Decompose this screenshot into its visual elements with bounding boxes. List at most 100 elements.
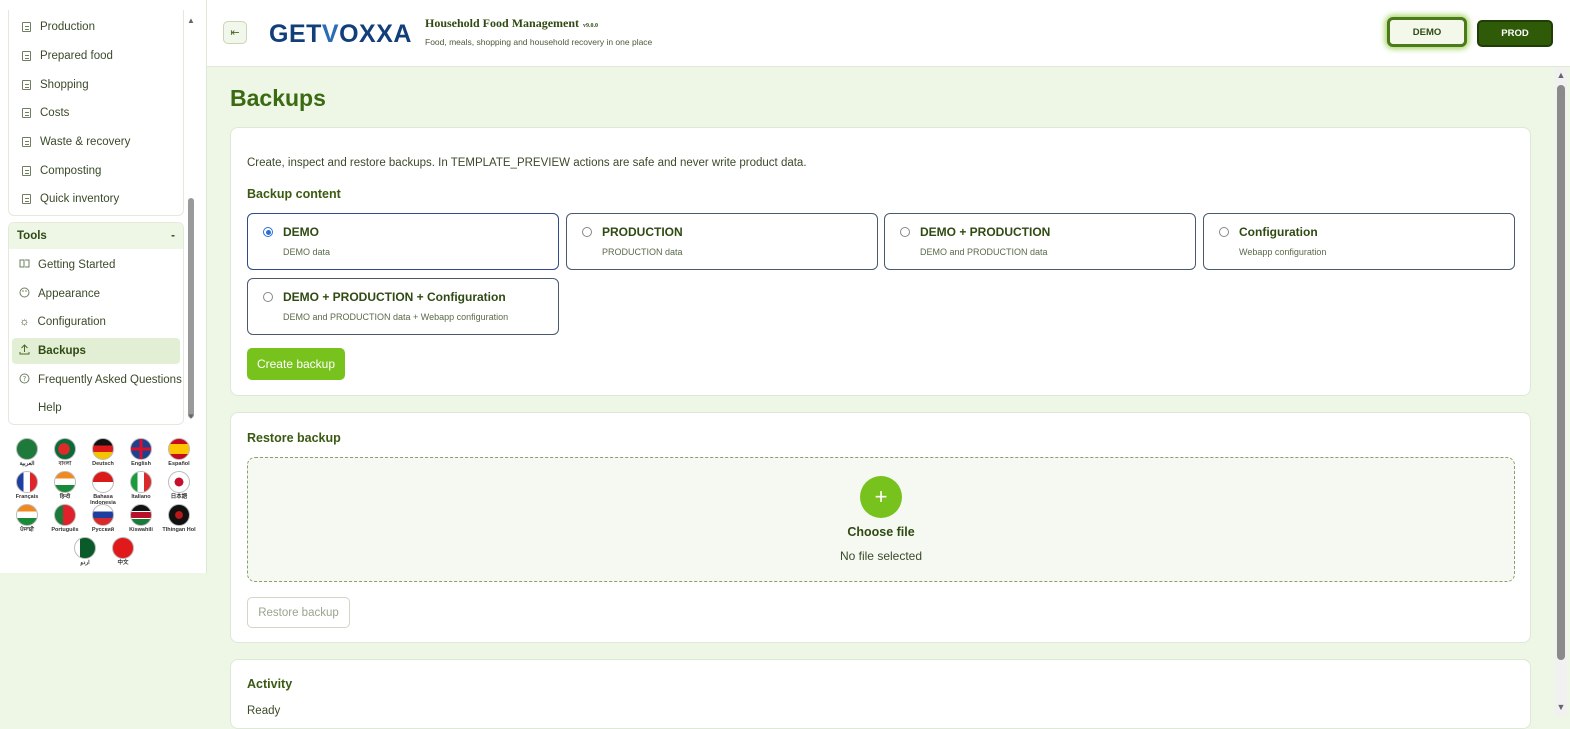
flag-icon [168,438,190,460]
flag-icon [130,504,152,526]
sidebar-item-help[interactable]: Help [38,398,62,418]
flag-icon [92,504,114,526]
sidebar-scrollbar-thumb[interactable] [188,198,194,418]
main-scrollbar-thumb[interactable] [1557,85,1565,660]
collapse-toggle-icon[interactable]: - [171,230,175,242]
main-scrollbar[interactable]: ▲ ▼ [1555,68,1567,716]
sidebar-item-waste-recovery[interactable]: Waste & recovery [21,132,130,152]
language-deutsch[interactable]: Deutsch [84,438,122,467]
prod-mode-button[interactable]: PROD [1477,20,1553,47]
language-klingon[interactable]: Tlhingan Hol [160,504,198,533]
demo-mode-button[interactable]: DEMO [1387,17,1467,47]
backup-option-all[interactable]: DEMO + PRODUCTION + Configuration DEMO a… [247,278,559,335]
language-hindi[interactable]: हिन्दी [46,471,84,500]
language-arabic[interactable]: العربية [8,438,46,467]
flag-icon [130,471,152,493]
sidebar-item-label: Waste & recovery [40,136,131,148]
sidebar-item-backups[interactable]: Backups [12,338,180,364]
sidebar-item-label: Getting Started [38,259,116,271]
restore-backup-card: Restore backup + Choose file No file sel… [230,412,1531,643]
collapse-menu-icon: ⇤ [230,27,240,39]
document-icon [21,108,32,119]
document-icon [21,194,32,205]
choose-file-label[interactable]: Choose file [248,525,1514,539]
language-english[interactable]: English [122,438,160,467]
app-subtitle: Food, meals, shopping and household reco… [425,37,653,47]
sidebar-item-prepared-food[interactable]: Prepared food [21,46,113,66]
flag-icon [54,438,76,460]
sidebar-item-configuration[interactable]: ☼ Configuration [19,312,106,332]
tools-title: Tools [17,230,47,242]
scroll-up-icon[interactable]: ▲ [186,16,196,25]
language-russian[interactable]: Русский [84,504,122,533]
app-title: Household Food Management v9.0.0 [425,16,599,30]
restore-backup-button[interactable]: Restore backup [247,597,350,628]
file-status: No file selected [839,549,923,563]
sidebar-item-label: Quick inventory [40,193,120,205]
language-urdu[interactable]: اردو [66,537,104,566]
flag-icon [16,471,38,493]
radio-button[interactable] [263,227,273,237]
scroll-down-icon[interactable]: ▼ [186,412,196,421]
language-kiswahili[interactable]: Kiswahili [122,504,160,533]
palette-icon [19,287,30,301]
sidebar-item-quick-inventory[interactable]: Quick inventory [21,189,119,209]
language-japanese[interactable]: 日本語 [160,471,198,500]
svg-text:?: ? [23,375,27,383]
page-description: Create, inspect and restore backups. In … [247,157,807,169]
sidebar-item-label: Backups [38,345,86,357]
radio-button[interactable] [900,227,910,237]
sidebar-item-label: Production [40,21,95,33]
language-indonesia[interactable]: Bahasa Indonesia [84,471,122,506]
sidebar-item-production[interactable]: Production [21,17,95,37]
flag-icon [54,504,76,526]
gear-icon: ☼ [19,316,30,328]
flag-icon [92,438,114,460]
radio-button[interactable] [263,292,273,302]
version-badge: v9.0.0 [583,23,599,29]
language-francais[interactable]: Français [8,471,46,500]
language-portugues[interactable]: Português [46,504,84,533]
flag-icon [168,504,190,526]
backup-option-configuration[interactable]: Configuration Webapp configuration [1203,213,1515,270]
sidebar-item-getting-started[interactable]: Getting Started [19,255,115,275]
language-bangla[interactable]: বাংলা [46,438,84,467]
nav-list: Production Prepared food Shopping Costs … [8,10,184,216]
sidebar-item-label: Shopping [40,79,89,91]
scroll-up-icon[interactable]: ▲ [1555,70,1567,80]
top-bar: ⇤ GETVOXXA Household Food Management v9.0… [207,0,1570,67]
logo: GETVOXXA [269,20,412,48]
flag-icon [74,537,96,559]
restore-backup-title: Restore backup [247,431,341,445]
document-icon [21,137,32,148]
backup-content-card: Create, inspect and restore backups. In … [230,127,1531,396]
sidebar-item-label: Help [38,402,62,414]
radio-button[interactable] [1219,227,1229,237]
language-italiano[interactable]: Italiano [122,471,160,500]
backup-option-production[interactable]: PRODUCTION PRODUCTION data [566,213,878,270]
plus-icon[interactable]: + [860,476,902,518]
tools-header[interactable]: Tools - [9,223,183,249]
radio-button[interactable] [582,227,592,237]
collapse-sidebar-button[interactable]: ⇤ [223,21,247,44]
file-dropzone[interactable]: + Choose file No file selected [247,457,1515,582]
sidebar-item-label: Costs [40,107,70,119]
sidebar-item-appearance[interactable]: Appearance [19,284,100,304]
language-espanol[interactable]: Español [160,438,198,467]
backup-option-demo-production[interactable]: DEMO + PRODUCTION DEMO and PRODUCTION da… [884,213,1196,270]
sidebar-item-label: Prepared food [40,50,113,62]
document-icon [21,22,32,33]
flag-icon [16,438,38,460]
flag-icon [54,471,76,493]
sidebar-item-costs[interactable]: Costs [21,103,69,123]
sidebar-item-faq[interactable]: ? Frequently Asked Questions [19,370,182,390]
sidebar-item-shopping[interactable]: Shopping [21,75,89,95]
sidebar-item-composting[interactable]: Composting [21,161,101,181]
language-chinese[interactable]: 中文 [104,537,142,566]
backup-option-demo[interactable]: DEMO DEMO data [247,213,559,270]
create-backup-button[interactable]: Create backup [247,348,345,380]
language-punjabi[interactable]: ਪੰਜਾਬੀ [8,504,46,533]
sidebar-scrollbar[interactable]: ▲ ▼ [186,12,196,424]
scroll-down-icon[interactable]: ▼ [1555,702,1567,712]
activity-title: Activity [247,677,293,691]
